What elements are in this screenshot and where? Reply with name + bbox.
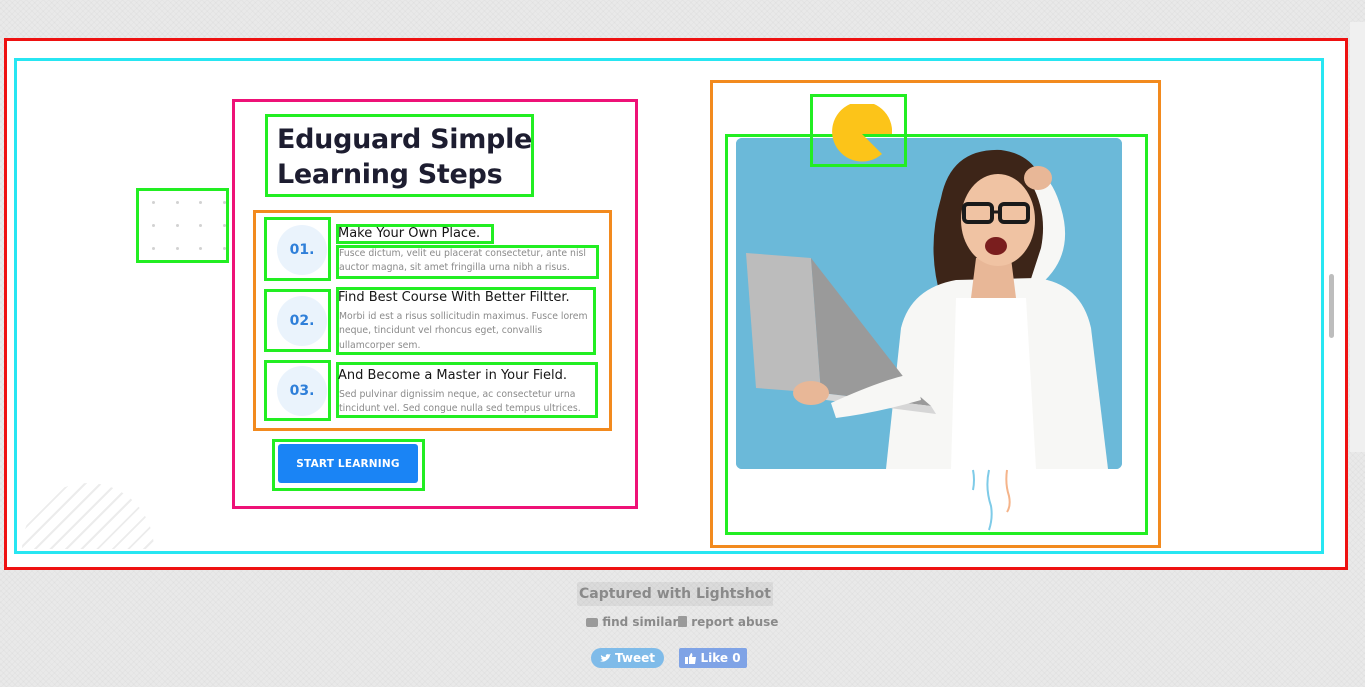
report-icon xyxy=(678,616,687,627)
step-title: Make Your Own Place. xyxy=(338,226,481,241)
step-description: Fusce dictum, velit eu placerat consecte… xyxy=(339,248,586,274)
page-scrollbar[interactable] xyxy=(1350,22,1365,452)
tweet-label: Tweet xyxy=(615,651,655,665)
pie-decoration-box xyxy=(810,94,907,167)
twitter-bird-icon xyxy=(600,653,612,662)
like-button[interactable]: Like 0 xyxy=(679,648,747,668)
wavy-lines-decoration xyxy=(972,469,1011,531)
section-heading: Eduguard Simple Learning Steps xyxy=(277,124,533,190)
like-label: Like 0 xyxy=(700,651,741,665)
step-title: Find Best Course With Better Filtter. xyxy=(338,290,570,305)
step-description: Sed pulvinar dignissim neque, ac consect… xyxy=(339,389,581,415)
step-title: And Become a Master in Your Field. xyxy=(338,368,567,383)
step-number: 01. xyxy=(277,225,327,275)
section-scrollbar-thumb[interactable] xyxy=(1329,274,1334,338)
camera-icon xyxy=(586,618,598,627)
student-photo xyxy=(736,138,1122,469)
step-number: 03. xyxy=(277,366,327,416)
report-abuse-label: report abuse xyxy=(691,615,779,629)
capture-caption: Captured with Lightshot xyxy=(577,582,773,606)
tweet-button[interactable]: Tweet xyxy=(591,648,664,668)
step-description: Morbi id est a risus sollicitudin maximu… xyxy=(339,311,588,351)
find-similar-label: find similar xyxy=(602,615,679,629)
report-abuse-link[interactable]: report abuse xyxy=(678,615,778,629)
hatched-circle-decoration xyxy=(22,483,154,549)
find-similar-link[interactable]: find similar xyxy=(586,615,678,629)
dot-grid-decoration xyxy=(136,188,229,263)
start-learning-button[interactable]: START LEARNING xyxy=(278,444,418,483)
thumbs-up-icon xyxy=(685,652,697,664)
step-number: 02. xyxy=(277,296,327,346)
